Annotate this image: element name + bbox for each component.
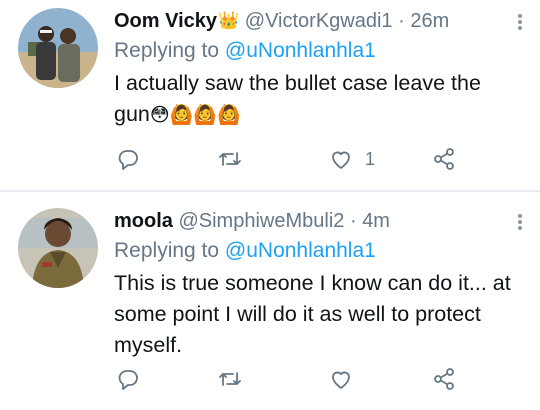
reply-button[interactable] xyxy=(116,144,140,174)
crown-emoji: 👑 xyxy=(218,11,240,30)
tweet-actions: 1 xyxy=(114,144,474,174)
user-handle[interactable]: @SimphiweMbuli2 xyxy=(178,210,344,232)
tweet-header: moola @SimphiweMbuli2 · 4m xyxy=(114,206,522,236)
share-icon xyxy=(434,148,454,170)
mention-link[interactable]: @uNonhlanhla1 xyxy=(225,39,376,62)
display-name[interactable]: moola xyxy=(114,210,173,232)
share-button[interactable] xyxy=(432,144,456,174)
replying-to: Replying to @uNonhlanhla1 xyxy=(114,236,522,266)
retweet-button[interactable] xyxy=(218,144,242,174)
replying-to: Replying to @uNonhlanhla1 xyxy=(114,36,522,66)
retweet-button[interactable] xyxy=(218,364,242,394)
retweet-icon xyxy=(219,372,241,386)
more-icon[interactable] xyxy=(512,212,528,234)
like-button[interactable] xyxy=(329,364,353,394)
avatar[interactable] xyxy=(18,208,98,288)
reply-icon xyxy=(118,150,138,170)
tweet-actions xyxy=(114,364,474,394)
replying-label: Replying to xyxy=(114,39,220,62)
like-icon xyxy=(332,371,350,389)
tweet[interactable]: Oom Vicky👑 @VictorKgwadi1 · 26m Replying… xyxy=(0,0,540,190)
timestamp[interactable]: 4m xyxy=(362,210,390,232)
separator: · xyxy=(398,10,405,32)
tweet-emoji: 😳🙆🙆🙆 xyxy=(149,104,241,126)
user-handle[interactable]: @VictorKgwadi1 xyxy=(245,10,393,32)
mention-link[interactable]: @uNonhlanhla1 xyxy=(225,239,376,262)
tweet-text: I actually saw the bullet case leave the… xyxy=(114,68,522,131)
avatar[interactable] xyxy=(18,8,98,88)
replying-label: Replying to xyxy=(114,239,220,262)
share-button[interactable] xyxy=(432,364,456,394)
tweet-text: This is true someone I know can do it...… xyxy=(114,271,511,357)
like-button[interactable]: 1 xyxy=(329,144,375,174)
share-icon xyxy=(434,368,454,390)
reply-button[interactable] xyxy=(116,364,140,394)
tweet[interactable]: moola @SimphiweMbuli2 · 4m Replying to @… xyxy=(0,192,540,410)
timestamp[interactable]: 26m xyxy=(410,10,449,32)
display-name[interactable]: Oom Vicky xyxy=(114,10,217,32)
more-icon[interactable] xyxy=(512,12,528,34)
like-count: 1 xyxy=(365,148,376,169)
retweet-icon xyxy=(219,152,241,166)
tweet-header: Oom Vicky👑 @VictorKgwadi1 · 26m xyxy=(114,6,522,36)
separator: · xyxy=(349,210,357,232)
like-icon xyxy=(332,151,350,169)
reply-icon xyxy=(118,370,138,390)
